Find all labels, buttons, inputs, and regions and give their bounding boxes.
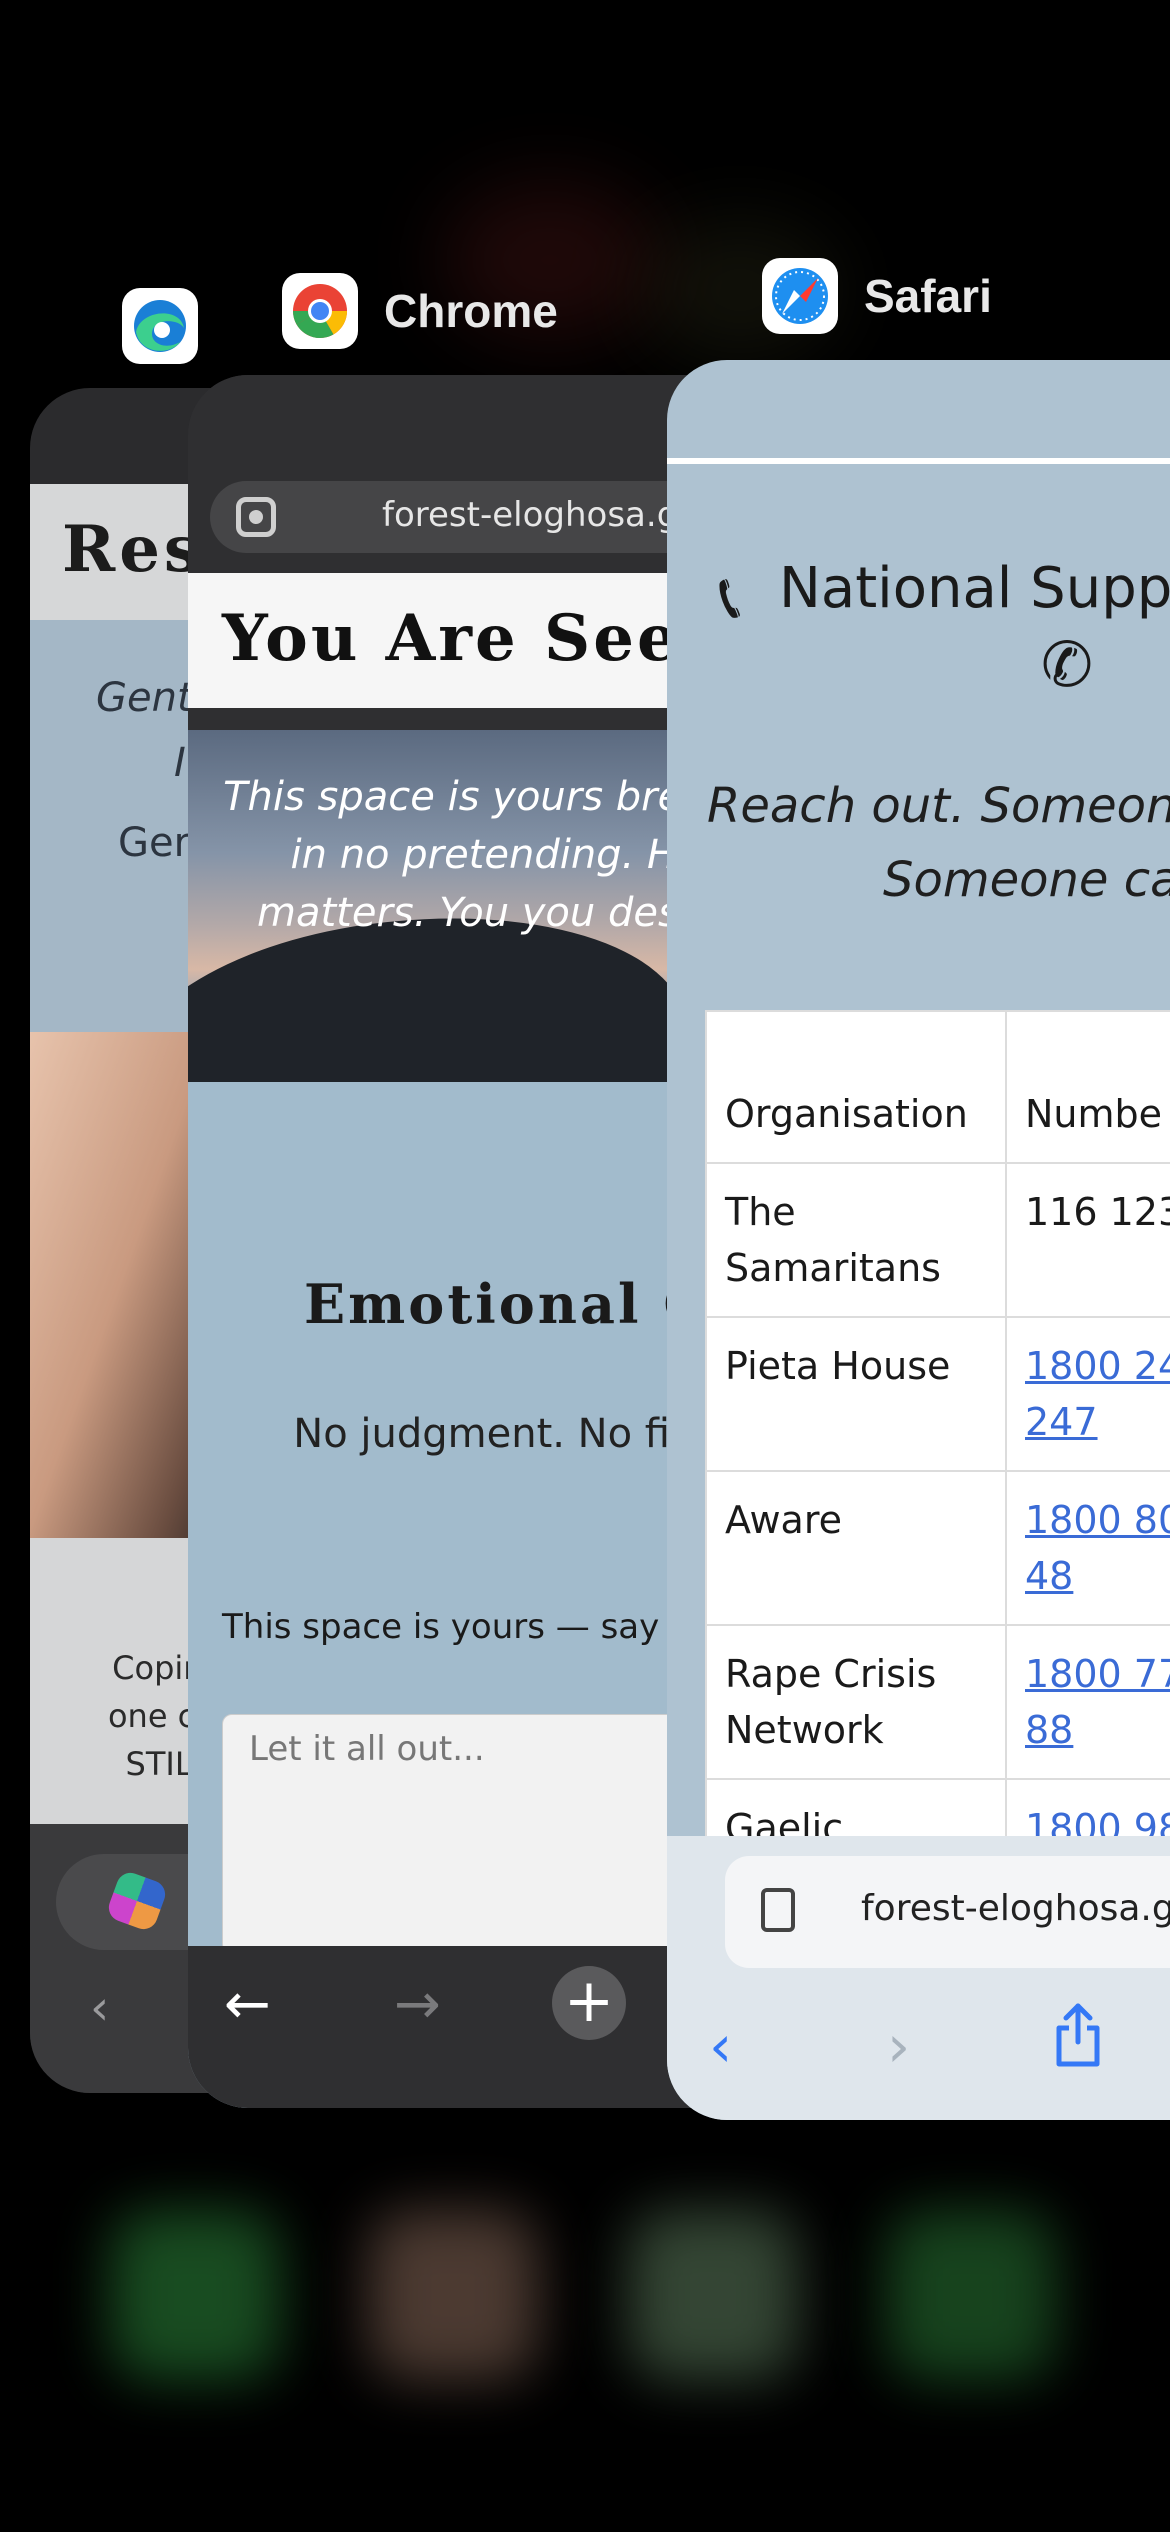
back-button[interactable]: ‹ — [90, 1980, 109, 2036]
tagline: Reach out. Someon — [707, 778, 1170, 834]
column-header: Numbe — [1005, 1010, 1170, 1164]
edge-app-label[interactable] — [122, 288, 198, 364]
table-row: Aware 1800 80 48 48 — [705, 1470, 1170, 1626]
table-row: Rape Crisis Network 1800 77 88 88 — [705, 1624, 1170, 1780]
org-cell: Pieta House — [705, 1316, 1007, 1472]
column-header: Organisation — [705, 1010, 1007, 1164]
back-button[interactable]: ← — [224, 1972, 271, 2037]
table-row: The Samaritans 116 123 — [705, 1162, 1170, 1318]
table-header-row: Organisation Numbe — [705, 1010, 1170, 1164]
safari-app-label[interactable]: Safari — [762, 258, 992, 334]
number-cell: 116 123 — [1005, 1162, 1170, 1318]
intro-text: Gent — [96, 675, 193, 721]
url-text: forest-eloghosa.gi — [382, 495, 688, 535]
dock-app-blur — [368, 2210, 538, 2380]
browser-top-bar: forest-eloghosa.gi — [188, 375, 748, 573]
chrome-icon — [282, 273, 358, 349]
intro-text: Ger — [118, 820, 191, 866]
url-text: forest-eloghosa.gi — [861, 1888, 1170, 1929]
helpline-table: Organisation Numbe The Samaritans 116 12… — [705, 1010, 1170, 1878]
safari-app-name: Safari — [864, 270, 992, 322]
new-tab-button[interactable]: + — [552, 1966, 626, 2040]
org-cell: Rape Crisis Network — [705, 1624, 1007, 1780]
browser-toolbar: forest-eloghosa.gi ‹ › — [667, 1836, 1170, 2120]
dock-app-blur — [628, 2210, 798, 2380]
chrome-app-label[interactable]: Chrome — [282, 273, 558, 349]
section-text: No judgment. No fix place to offl — [293, 1411, 748, 1457]
dock-app-blur — [886, 2210, 1056, 2380]
back-button[interactable]: ‹ — [709, 2012, 732, 2080]
forward-button[interactable]: → — [394, 1972, 441, 2037]
org-cell: The Samaritans — [705, 1162, 1007, 1318]
phone-link[interactable]: 1800 80 48 48 — [1025, 1498, 1170, 1598]
forward-button[interactable]: › — [887, 2012, 910, 2080]
page-header: You Are Seen — [188, 573, 748, 708]
chrome-app-card[interactable]: forest-eloghosa.gi You Are Seen This spa… — [188, 375, 748, 2108]
tab-overview-icon[interactable] — [761, 1888, 795, 1932]
share-icon[interactable] — [1053, 2002, 1103, 2068]
hero-banner: This space is yours breathe, and check i… — [188, 730, 748, 1082]
lens-icon[interactable] — [236, 497, 276, 537]
phone-icon: 📞︎ — [719, 560, 741, 633]
copilot-icon[interactable] — [104, 1868, 170, 1934]
section-heading: National Supp — [779, 556, 1170, 621]
safari-app-card[interactable]: 📞︎ National Supp ✆ Reach out. Someon Som… — [667, 360, 1170, 2120]
org-cell: Aware — [705, 1470, 1007, 1626]
divider — [667, 458, 1170, 464]
dock-app-blur — [110, 2210, 280, 2380]
table-row: Pieta House 1800 247 247 — [705, 1316, 1170, 1472]
chrome-app-name: Chrome — [384, 285, 558, 337]
tagline: Someone ca — [883, 852, 1170, 908]
textarea-placeholder: Let it all out... — [249, 1729, 485, 1769]
phone-icon: ✆ — [1041, 628, 1093, 701]
safari-icon — [762, 258, 838, 334]
phone-link[interactable]: 1800 77 88 88 — [1025, 1652, 1170, 1752]
intro-text: I — [174, 740, 186, 786]
address-bar[interactable]: forest-eloghosa.gi — [725, 1856, 1170, 1968]
edge-icon — [122, 288, 198, 364]
page-title: You Are Seen — [222, 601, 731, 676]
browser-toolbar: ← → + — [188, 1946, 748, 2108]
phone-link[interactable]: 1800 247 247 — [1025, 1344, 1170, 1444]
